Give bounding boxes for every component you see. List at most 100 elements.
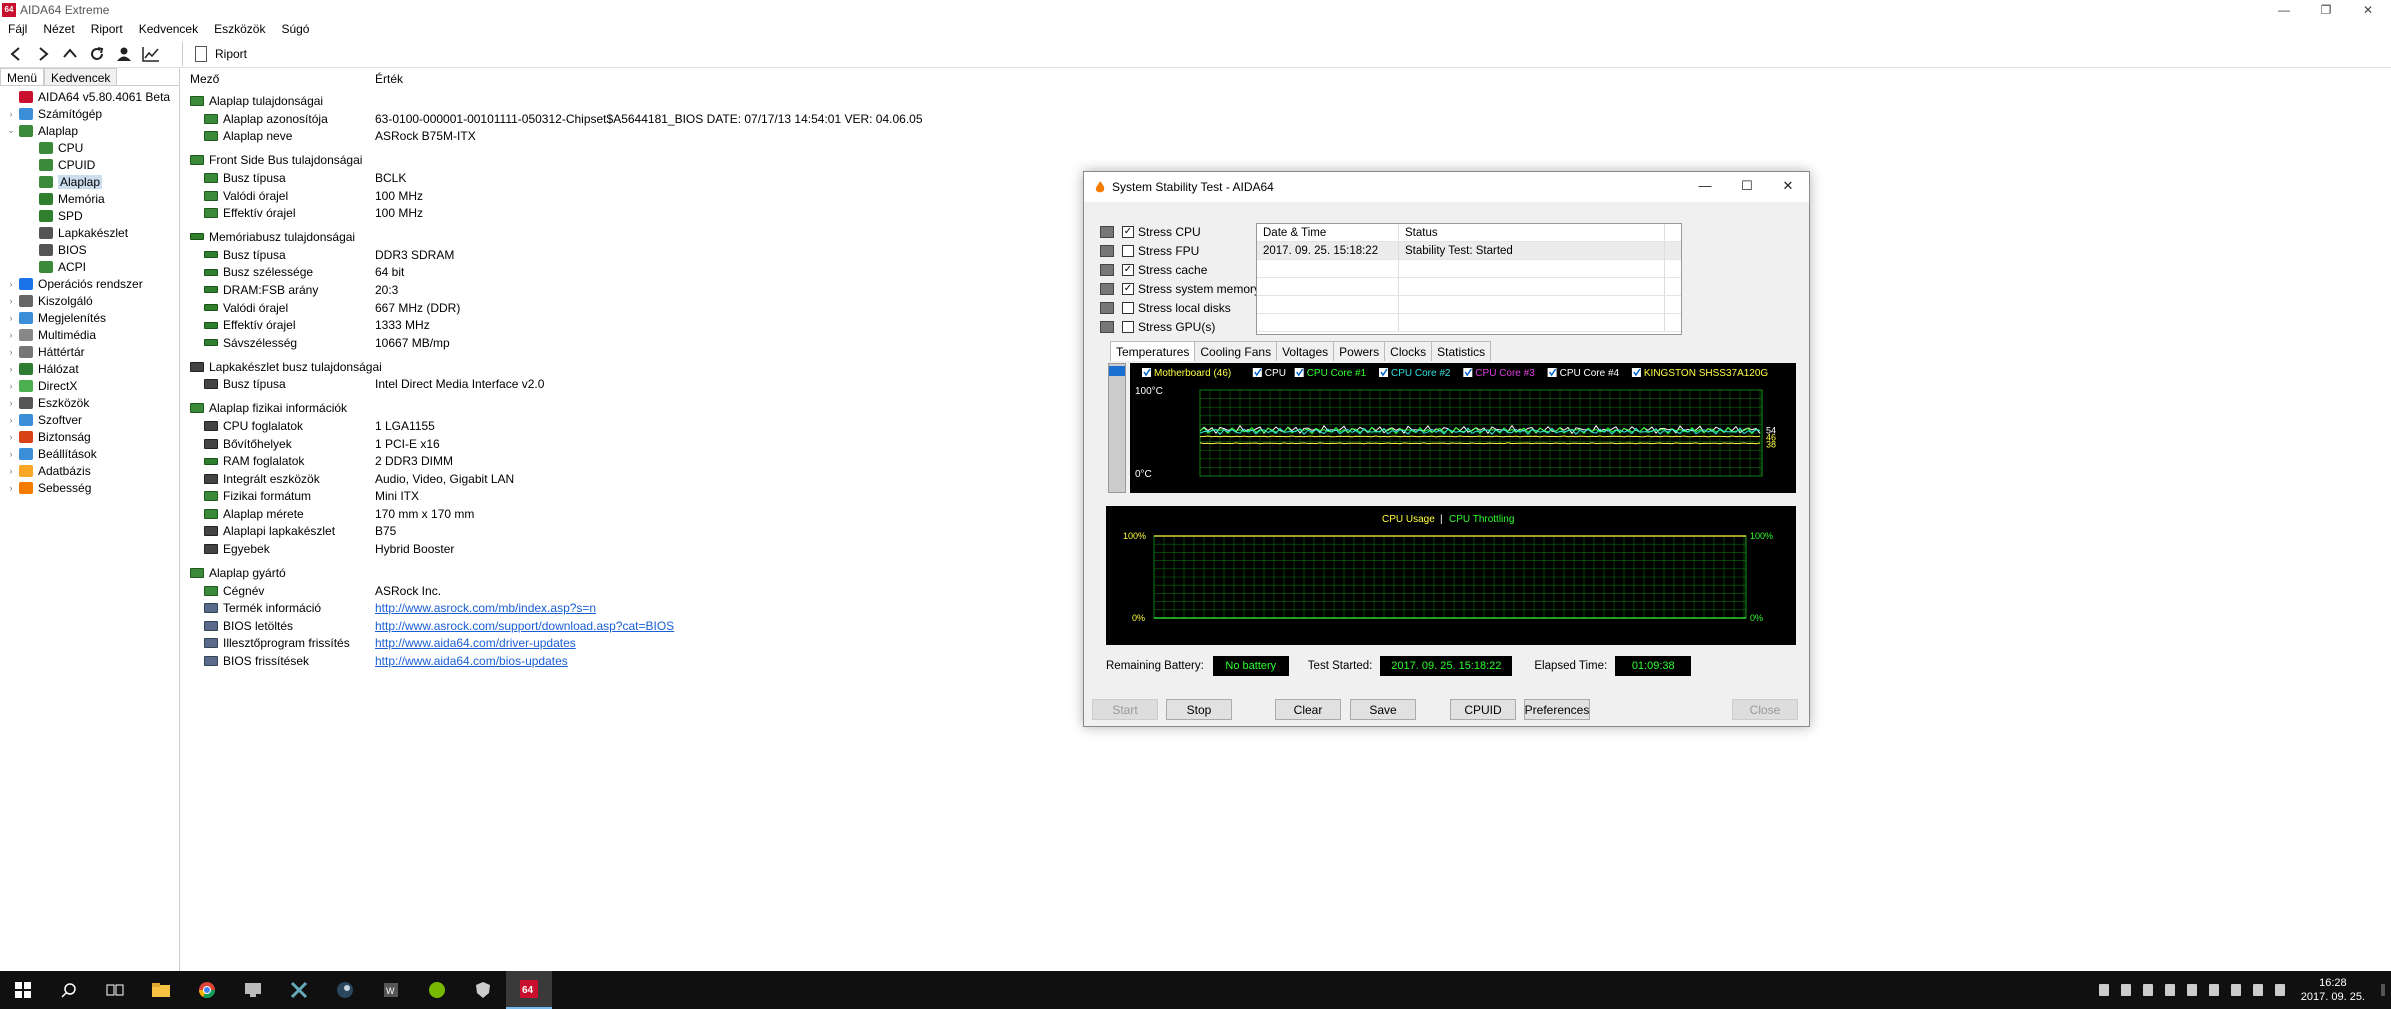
geforce-icon[interactable] — [414, 971, 460, 1009]
start-menu-icon[interactable] — [0, 971, 46, 1009]
tree-item[interactable]: AIDA64 v5.80.4061 Beta — [0, 88, 179, 105]
expand-chevron-icon[interactable]: › — [6, 313, 16, 323]
expand-chevron-icon[interactable]: › — [6, 279, 16, 289]
tray-settings-icon[interactable] — [2164, 984, 2175, 996]
expand-chevron-icon[interactable]: › — [6, 347, 16, 357]
expand-chevron-icon[interactable]: › — [6, 398, 16, 408]
temp-legend-item[interactable]: CPU Core #2 — [1379, 368, 1451, 379]
cpuid-button[interactable]: CPUID — [1450, 699, 1516, 720]
log-header-datetime[interactable]: Date & Time — [1257, 224, 1399, 241]
tree-item[interactable]: › Adatbázis — [0, 462, 179, 479]
property-row[interactable]: Effektív órajel 100 MHz — [184, 204, 1084, 222]
log-header-status[interactable]: Status — [1399, 224, 1665, 241]
stress-option[interactable]: ✓ Stress cache — [1100, 260, 1260, 279]
tree-item[interactable]: SPD — [0, 207, 179, 224]
aida64-taskbar-icon[interactable]: 64 — [506, 971, 552, 1009]
start-button[interactable]: Start — [1092, 699, 1158, 720]
log-row[interactable]: 2017. 09. 25. 15:18:22 Stability Test: St… — [1257, 242, 1681, 260]
report-button[interactable]: Riport — [182, 41, 247, 66]
scroll-handle[interactable] — [1109, 366, 1125, 376]
property-link[interactable]: http://www.asrock.com/support/download.a… — [375, 619, 674, 633]
steam-icon[interactable] — [322, 971, 368, 1009]
temp-legend-item[interactable]: KINGSTON SHSS37A120G — [1631, 368, 1769, 379]
property-row[interactable]: Busz típusa Intel Direct Media Interface … — [184, 376, 1084, 394]
task-view-icon[interactable] — [92, 971, 138, 1009]
stress-option[interactable]: Stress GPU(s) — [1100, 317, 1260, 336]
chart-icon[interactable] — [140, 43, 162, 65]
tab-cooling-fans[interactable]: Cooling Fans — [1194, 341, 1278, 361]
tab-menu[interactable]: Menü — [0, 68, 45, 85]
save-button[interactable]: Save — [1350, 699, 1416, 720]
tab-statistics[interactable]: Statistics — [1431, 341, 1492, 361]
collapse-chevron-icon[interactable]: ⌄ — [6, 125, 16, 136]
stop-button[interactable]: Stop — [1166, 699, 1232, 720]
property-row[interactable]: Egyebek Hybrid Booster — [184, 540, 1084, 558]
tree-item[interactable]: › Biztonság — [0, 428, 179, 445]
menu-tools[interactable]: Eszközök — [214, 22, 265, 36]
stress-checkbox[interactable]: ✓ — [1122, 263, 1134, 276]
menu-help[interactable]: Súgó — [281, 22, 309, 36]
tree-item[interactable]: › Kiszolgáló — [0, 292, 179, 309]
tab-voltages[interactable]: Voltages — [1276, 341, 1335, 361]
clock[interactable]: 16:28 2017. 09. 25. — [2301, 976, 2365, 1004]
property-row[interactable]: Valódi órajel 667 MHz (DDR) — [184, 299, 1084, 317]
tray-app-icon[interactable] — [2098, 984, 2109, 996]
property-row[interactable]: Busz típusa BCLK — [184, 169, 1084, 187]
refresh-icon[interactable] — [86, 43, 108, 65]
tree-item[interactable]: CPUID — [0, 156, 179, 173]
temp-legend-item[interactable]: CPU Core #4 — [1547, 368, 1620, 379]
tray-network-icon[interactable] — [2120, 984, 2131, 996]
property-row[interactable]: Busz típusa DDR3 SDRAM — [184, 246, 1084, 264]
expand-chevron-icon[interactable]: › — [6, 364, 16, 374]
tray-display-icon[interactable] — [2230, 984, 2241, 996]
dialog-close-button[interactable]: ✕ — [1773, 178, 1803, 194]
property-row[interactable]: DRAM:FSB arány 20:3 — [184, 281, 1084, 299]
property-row[interactable]: BIOS letöltés http://www.asrock.com/suppo… — [184, 617, 1084, 635]
tab-powers[interactable]: Powers — [1333, 341, 1386, 361]
stress-option[interactable]: ✓ Stress system memory — [1100, 279, 1260, 298]
tree-item[interactable]: › DirectX — [0, 377, 179, 394]
temperature-scroll[interactable] — [1108, 363, 1126, 493]
property-link[interactable]: http://www.aida64.com/driver-updates — [375, 636, 576, 650]
property-row[interactable]: Alaplap neve ASRock B75M-ITX — [184, 128, 1084, 146]
expand-chevron-icon[interactable]: › — [6, 296, 16, 306]
tree-item[interactable]: › Operációs rendszer — [0, 275, 179, 292]
dialog-minimize-button[interactable]: — — [1690, 178, 1720, 193]
tree-item[interactable]: › Beállítások — [0, 445, 179, 462]
file-explorer-icon[interactable] — [138, 971, 184, 1009]
tree-item[interactable]: CPU — [0, 139, 179, 156]
property-row[interactable]: BIOS frissítések http://www.aida64.com/bi… — [184, 652, 1084, 670]
volume-icon[interactable] — [2252, 984, 2263, 996]
stress-checkbox[interactable]: ✓ — [1122, 225, 1134, 238]
stress-checkbox[interactable] — [1122, 244, 1134, 257]
tab-clocks[interactable]: Clocks — [1384, 341, 1433, 361]
tree-item[interactable]: › Eszközök — [0, 394, 179, 411]
property-row[interactable]: Alaplapi lapkakészlet B75 — [184, 523, 1084, 541]
minimize-button[interactable]: — — [2261, 0, 2307, 20]
game-app-icon[interactable] — [276, 971, 322, 1009]
tree-item[interactable]: BIOS — [0, 241, 179, 258]
user-icon[interactable] — [113, 43, 135, 65]
property-row[interactable]: Termék információ http://www.asrock.com/m… — [184, 599, 1084, 617]
stress-checkbox[interactable]: ✓ — [1122, 282, 1134, 295]
expand-chevron-icon[interactable]: › — [6, 466, 16, 476]
close-dialog-button[interactable]: Close — [1732, 699, 1798, 720]
tree-item[interactable]: › Számítógép — [0, 105, 179, 122]
tree-item[interactable]: › Multimédia — [0, 326, 179, 343]
property-row[interactable]: Integrált eszközök Audio, Video, Gigabit … — [184, 470, 1084, 488]
stress-checkbox[interactable] — [1122, 301, 1134, 314]
tree-item[interactable]: Memória — [0, 190, 179, 207]
expand-chevron-icon[interactable]: › — [6, 330, 16, 340]
property-row[interactable]: Cégnév ASRock Inc. — [184, 582, 1084, 600]
stress-checkbox[interactable] — [1122, 320, 1134, 333]
stress-option[interactable]: ✓ Stress CPU — [1100, 222, 1260, 241]
tree-item[interactable]: ⌄ Alaplap — [0, 122, 179, 139]
expand-chevron-icon[interactable]: › — [6, 381, 16, 391]
expand-chevron-icon[interactable]: › — [6, 432, 16, 442]
expand-chevron-icon[interactable]: › — [6, 415, 16, 425]
forward-icon[interactable] — [32, 43, 54, 65]
temp-legend-item[interactable]: CPU — [1252, 368, 1286, 379]
expand-chevron-icon[interactable]: › — [6, 449, 16, 459]
property-link[interactable]: http://www.asrock.com/mb/index.asp?s=n — [375, 601, 596, 615]
monitor-app-icon[interactable] — [230, 971, 276, 1009]
